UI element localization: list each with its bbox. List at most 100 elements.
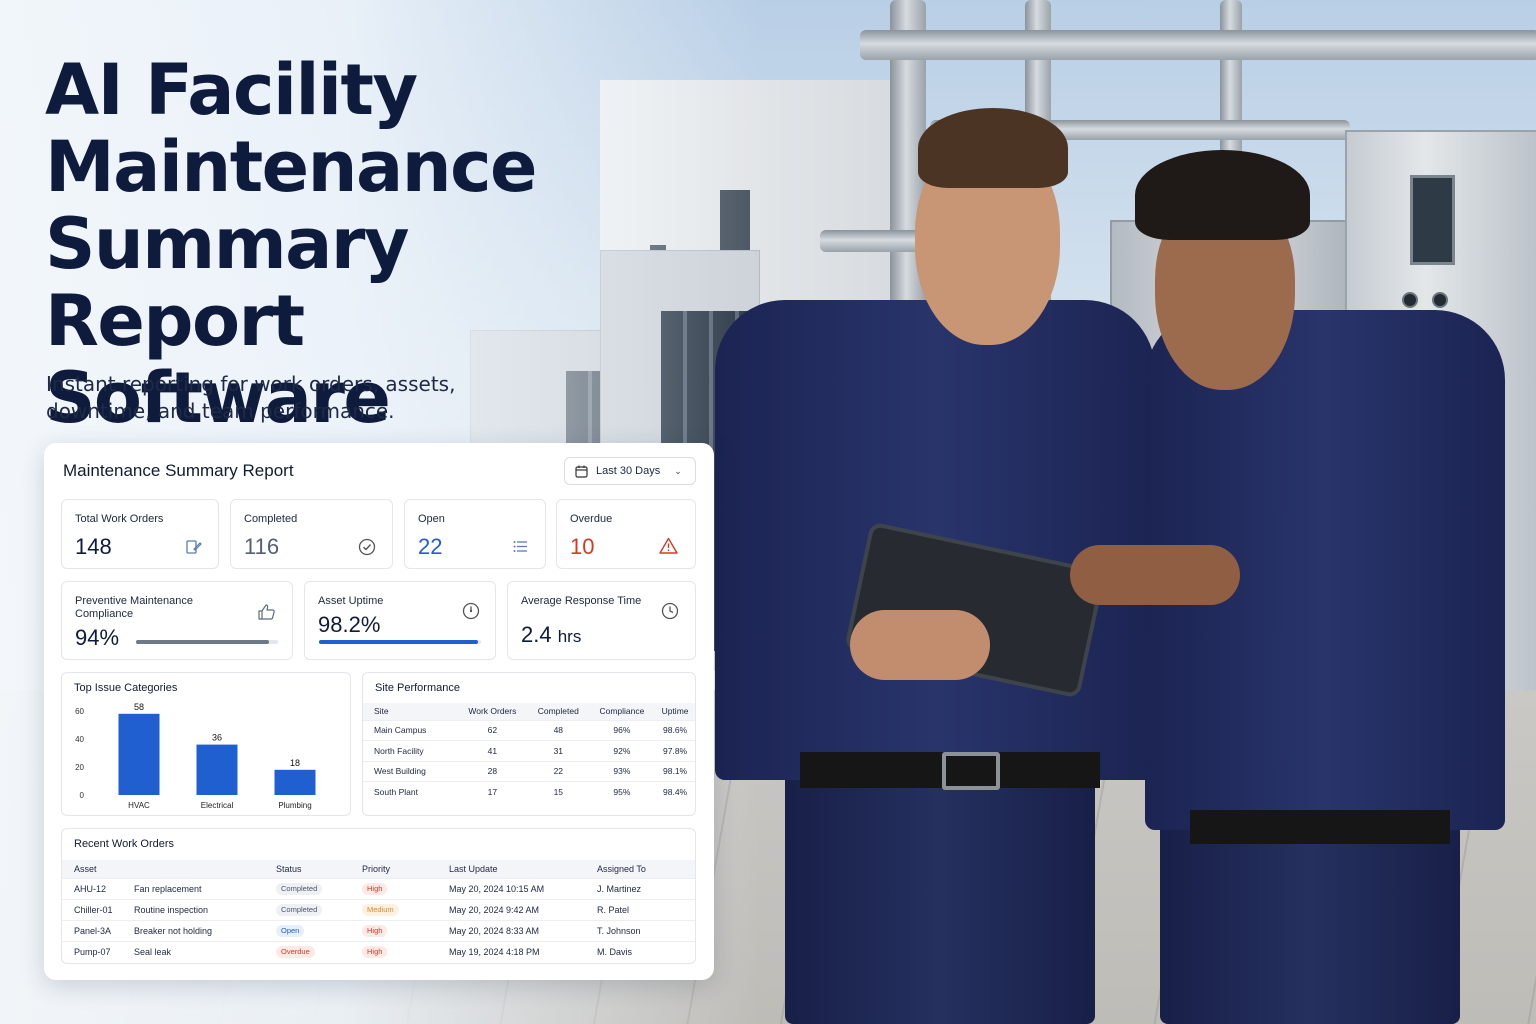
list-icon [513,541,527,552]
table-row[interactable]: Pump-07 Seal leak Overdue High May 19, 2024 … [62,940,695,962]
priority-cell: Medium [362,898,449,920]
priority-cell: High [362,919,449,941]
data-label: 58 [134,702,144,712]
table-cell: 93% [588,760,656,782]
priority-badge: High [362,882,388,895]
hero-subtitle-line: Instant reporting for work orders, asset… [46,372,456,396]
table-cell: 31 [527,740,589,761]
table-cell: 95% [588,781,656,802]
hero-title-line: Maintenance [45,126,538,208]
metric-label: Average Response Time [521,595,642,607]
assignee-cell: T. Johnson [597,919,695,941]
check-circle-icon [358,538,376,556]
table-row[interactable]: West Building 28 22 93% 98.1% [363,760,695,782]
bar-hvac[interactable] [118,713,160,795]
uptime-progress-bar [319,640,481,644]
metric-asset-uptime[interactable]: Asset Uptime 98.2% [304,581,496,660]
table-cell: 41 [456,740,528,761]
last-update-cell: May 20, 2024 10:15 AM [449,877,597,899]
uptime-progress-fill [319,640,479,644]
column-header: Status [276,860,362,878]
assignee-cell: M. Davis [597,940,695,962]
table-cell: South Plant [363,781,457,802]
metric-label-line: Preventive Maintenance [75,595,194,607]
kpi-label: Completed [244,513,298,525]
kpi-value: 148 [75,534,112,559]
status-cell: Completed [276,877,362,899]
kpi-open[interactable]: Open 22 [404,499,546,569]
metric-value: 2.4 [521,622,552,647]
table-cell: 28 [456,760,528,782]
bar-plumbing[interactable] [274,769,316,795]
table-cell: 98.6% [655,719,695,741]
metric-label-line: Compliance [75,608,134,620]
date-range-dropdown[interactable]: Last 30 Days ⌄ [564,457,696,485]
hero-subtitle: Instant reporting for work orders, asset… [46,371,506,425]
kpi-label: Open [418,513,445,525]
column-header: Uptime [655,703,695,720]
metric-value-group: 2.4 hrs [521,622,581,648]
metric-label: Preventive Maintenance Compliance [75,595,193,621]
gauge-icon [462,602,480,620]
table-cell: 98.4% [655,781,695,802]
kpi-label: Total Work Orders [75,513,164,525]
table-row[interactable]: Panel-3A Breaker not holding Open High May 2… [62,919,695,941]
table-row[interactable]: Main Campus 62 48 96% 98.6% [363,719,695,741]
kpi-total-work-orders[interactable]: Total Work Orders 148 [61,499,219,569]
table-row[interactable]: North Facility 41 31 92% 97.8% [363,740,695,761]
metric-response-time[interactable]: Average Response Time 2.4 hrs [507,581,696,660]
status-badge: Completed [276,882,323,895]
table-cell: 97.8% [655,740,695,761]
description-cell: Fan replacement [134,877,276,899]
kpi-completed[interactable]: Completed 116 [230,499,393,569]
kpi-overdue[interactable]: Overdue 10 [556,499,696,569]
asset-cell: Chiller-01 [62,898,134,920]
pm-progress-bar [136,640,278,644]
x-tick-label: HVAC [128,801,150,810]
x-tick-label: Electrical [201,801,234,810]
date-range-label: Last 30 Days [596,465,661,477]
recent-work-orders-title: Recent Work Orders [74,838,175,850]
table-row[interactable]: AHU-12 Fan replacement Completed High May 20… [62,877,695,899]
priority-cell: High [362,940,449,962]
table-cell: Main Campus [363,719,457,741]
table-cell: 92% [588,740,656,761]
metric-pm-compliance[interactable]: Preventive Maintenance Compliance 94% [61,581,293,660]
asset-cell: Panel-3A [62,919,134,941]
table-row[interactable]: Chiller-01 Routine inspection Completed Med… [62,898,695,920]
description-cell: Seal leak [134,940,276,962]
bar-chart: 0 20 40 60 58 HVAC 36 Electrical 18 Plumbing [75,702,316,810]
metric-label: Asset Uptime [318,595,384,607]
column-header: Priority [362,860,449,878]
priority-badge: High [362,924,388,937]
site-performance-panel: Site Performance Site Work Orders Complete… [362,672,696,816]
asset-cell: AHU-12 [62,877,134,899]
work-orders-table: Asset Status Priority Last Update Assign… [62,860,695,962]
last-update-cell: May 20, 2024 8:33 AM [449,919,597,941]
table-cell: 96% [588,719,656,741]
bar-electrical[interactable] [196,744,238,795]
y-tick-label: 40 [75,735,84,744]
status-badge: Completed [276,903,323,916]
table-cell: 62 [456,719,528,741]
table-cell: 17 [456,781,528,802]
kpi-value: 10 [570,534,595,559]
kpi-value: 116 [244,534,280,559]
data-label: 36 [212,733,222,743]
thumbs-up-icon [258,604,275,620]
last-update-cell: May 19, 2024 4:18 PM [449,940,597,962]
column-header-spacer [134,860,276,878]
column-header: Completed [527,703,589,720]
clock-icon [661,602,679,620]
priority-cell: High [362,877,449,899]
pm-progress-fill [136,640,270,644]
status-badge: Open [276,924,305,937]
last-update-cell: May 20, 2024 9:42 AM [449,898,597,920]
issue-categories-panel: Top Issue Categories 0 20 40 60 58 HVAC 36 Elec… [61,672,351,816]
metric-unit: hrs [557,627,582,646]
pipe [860,30,1536,60]
table-cell: 48 [527,719,589,741]
table-row[interactable]: South Plant 17 15 95% 98.4% [363,781,695,802]
metric-value: 98.2% [318,612,381,637]
kpi-label: Overdue [570,513,613,525]
